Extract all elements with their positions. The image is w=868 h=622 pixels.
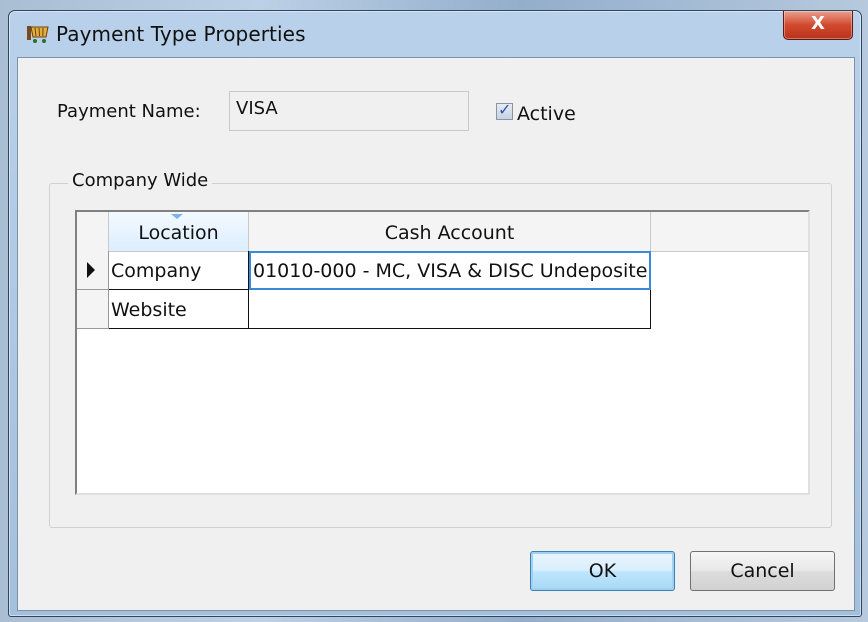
grid-header: Location Cash Account	[77, 212, 808, 252]
payment-name-field[interactable]: VISA	[229, 91, 469, 131]
close-button[interactable]: X	[783, 11, 853, 40]
cell-location[interactable]: Website	[109, 290, 249, 329]
sort-indicator-icon	[171, 214, 183, 219]
ok-button[interactable]: OK	[530, 551, 675, 591]
cell-cash-account-editing[interactable]: 01010-000 - MC, VISA & DISC Undeposite	[249, 251, 651, 290]
active-checkbox[interactable]: ✓	[496, 100, 513, 120]
dialog-body: Payment Name: VISA ✓ Active Company Wide…	[17, 57, 855, 611]
cell-location[interactable]: Company	[109, 251, 249, 290]
column-header-cash-account[interactable]: Cash Account	[249, 212, 651, 251]
cart-icon	[27, 26, 49, 43]
grid-corner-cell[interactable]	[77, 212, 109, 251]
close-icon: X	[811, 13, 825, 34]
column-header-label: Location	[138, 222, 219, 244]
column-header-location[interactable]: Location	[109, 212, 249, 251]
window-title: Payment Type Properties	[56, 22, 306, 46]
active-label[interactable]: Active	[517, 103, 576, 125]
location-grid[interactable]: Location Cash Account Company 01010-000 …	[75, 210, 810, 495]
payment-type-dialog: Payment Type Properties X Payment Name: …	[8, 10, 862, 617]
row-header-current[interactable]	[77, 251, 109, 290]
column-header-label: Cash Account	[384, 222, 515, 244]
checkmark-icon: ✓	[498, 100, 512, 119]
current-row-arrow-icon	[87, 262, 95, 278]
title-bar[interactable]: Payment Type Properties X	[9, 11, 861, 57]
payment-name-label: Payment Name:	[57, 101, 201, 122]
group-title: Company Wide	[68, 170, 213, 191]
cancel-button[interactable]: Cancel	[690, 551, 835, 591]
cell-cash-account[interactable]	[249, 290, 651, 329]
row-header[interactable]	[77, 290, 109, 329]
